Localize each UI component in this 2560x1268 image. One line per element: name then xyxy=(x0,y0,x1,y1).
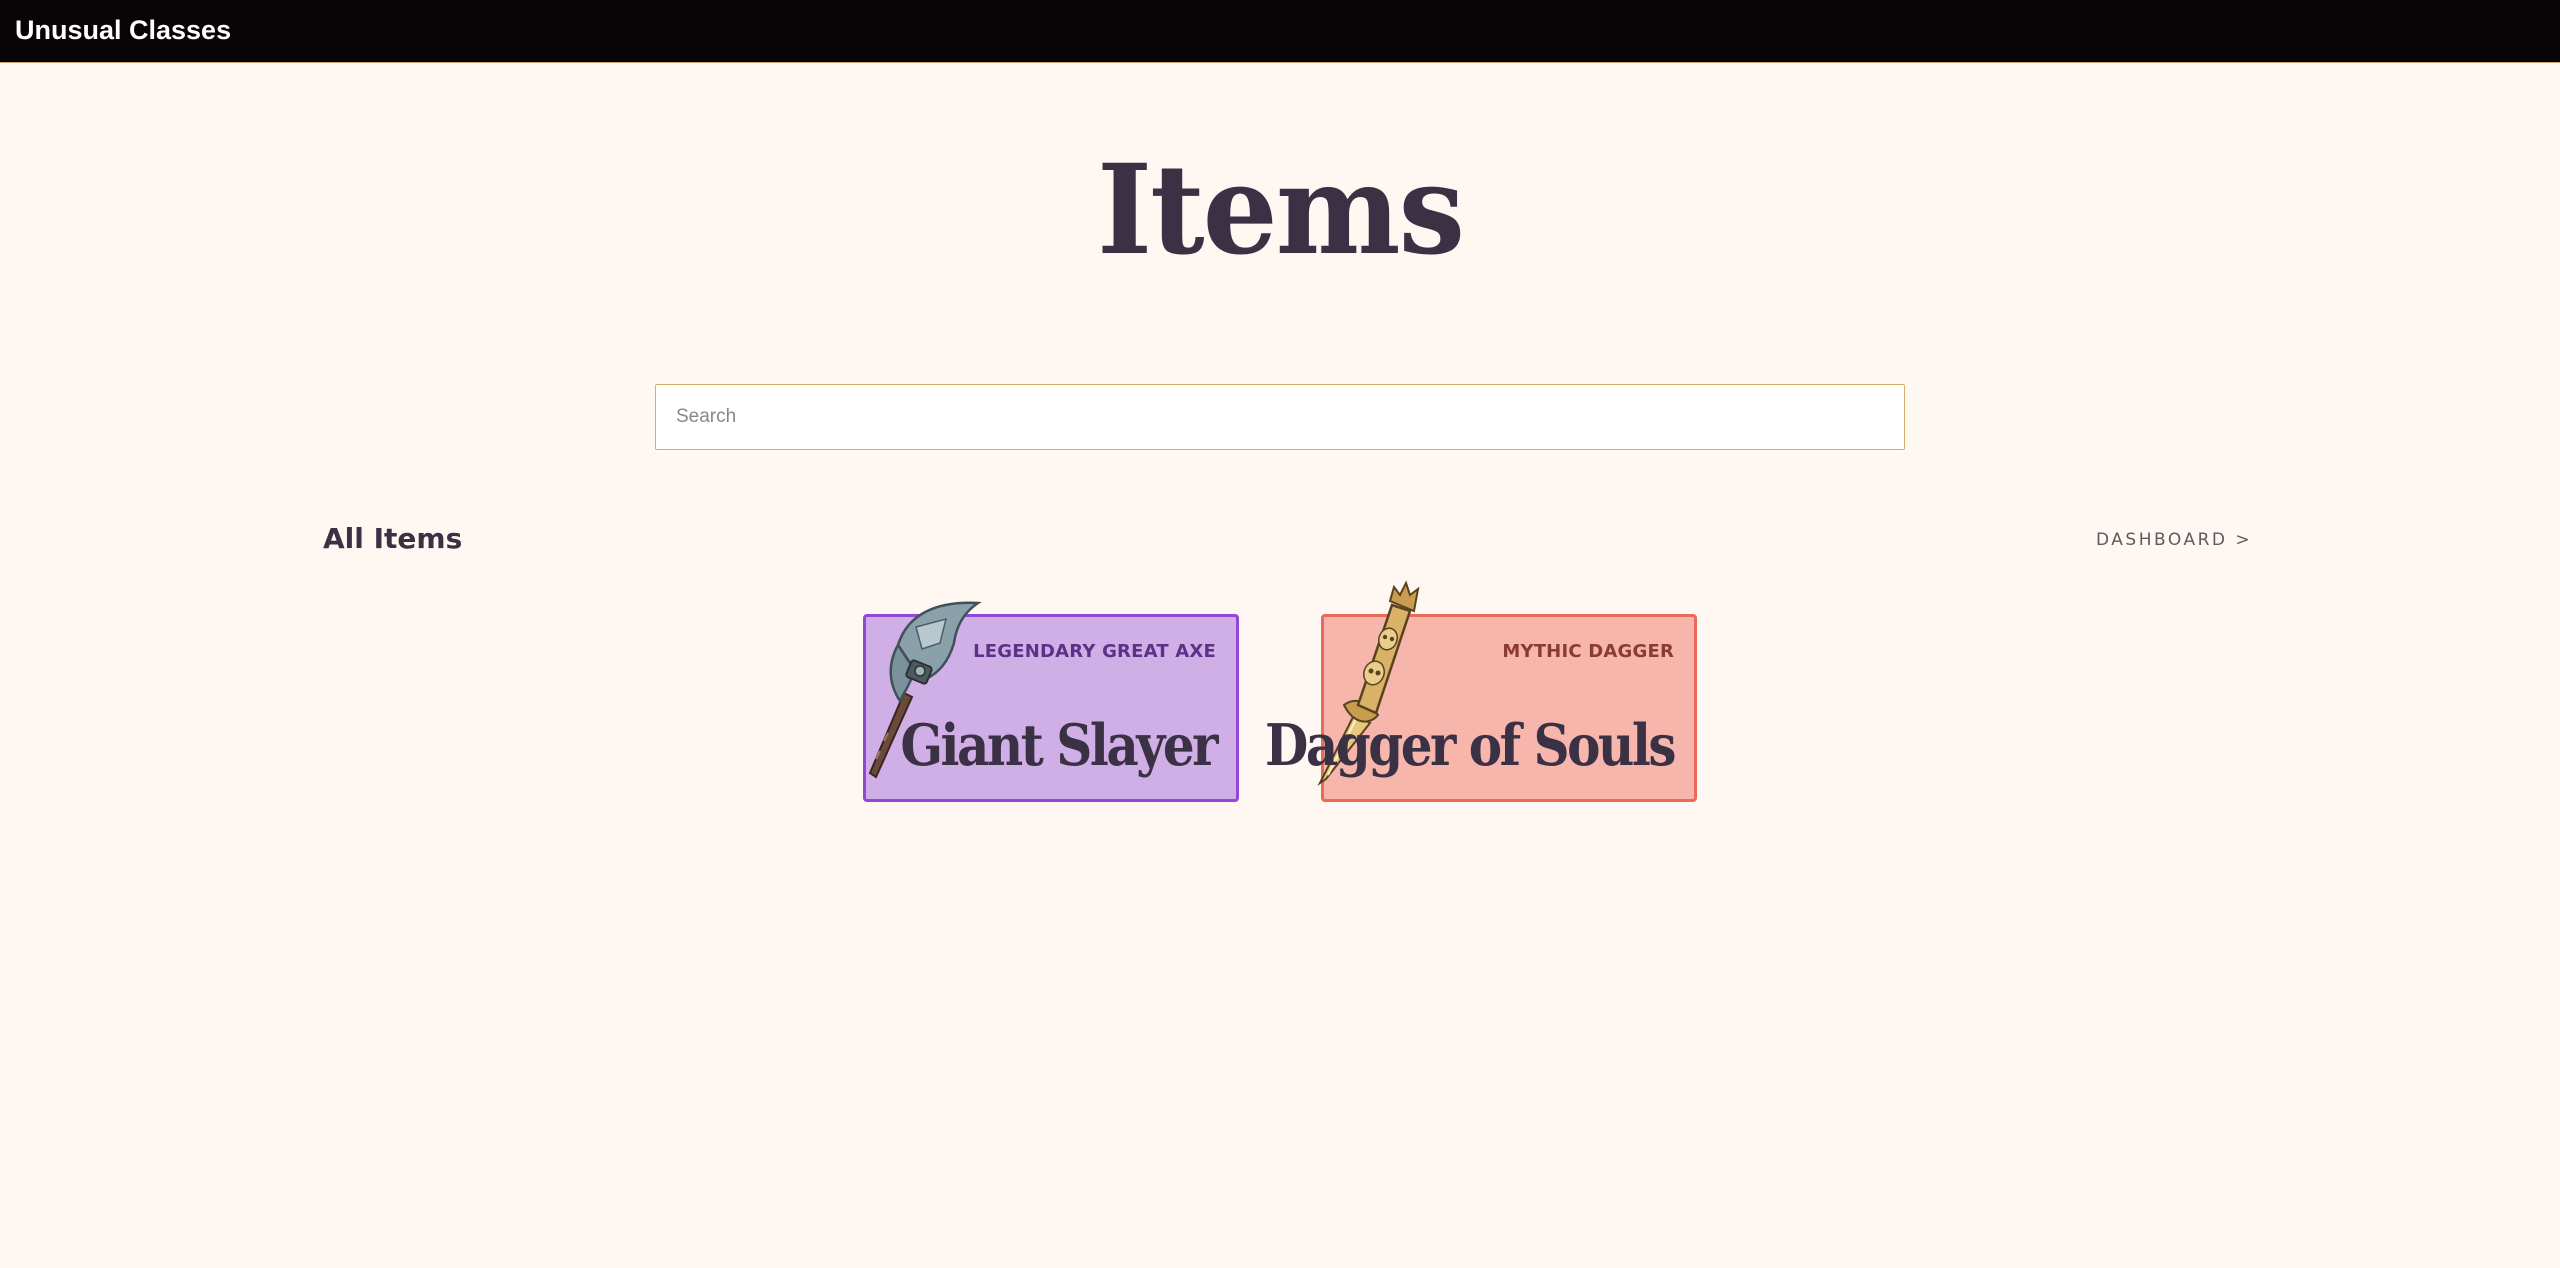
top-nav-bar: Unusual Classes xyxy=(0,0,2560,63)
item-type-label: MYTHIC DAGGER xyxy=(1502,641,1674,662)
section-title-all-items: All Items xyxy=(323,522,463,555)
item-type-label: LEGENDARY GREAT AXE xyxy=(973,641,1216,662)
item-card-dagger-of-souls[interactable]: MYTHIC DAGGER Dagger of Souls xyxy=(1265,580,1697,802)
item-card-giant-slayer[interactable]: LEGENDARY GREAT AXE Giant Slayer xyxy=(863,601,1239,802)
search-input[interactable] xyxy=(655,384,1905,450)
dashboard-link[interactable]: DASHBOARD > xyxy=(2096,530,2252,550)
app-brand-link[interactable]: Unusual Classes xyxy=(15,15,231,46)
item-name: Dagger of Souls xyxy=(1265,711,1676,779)
item-name: Giant Slayer xyxy=(900,711,1218,779)
page-title: Items xyxy=(1096,136,1465,283)
